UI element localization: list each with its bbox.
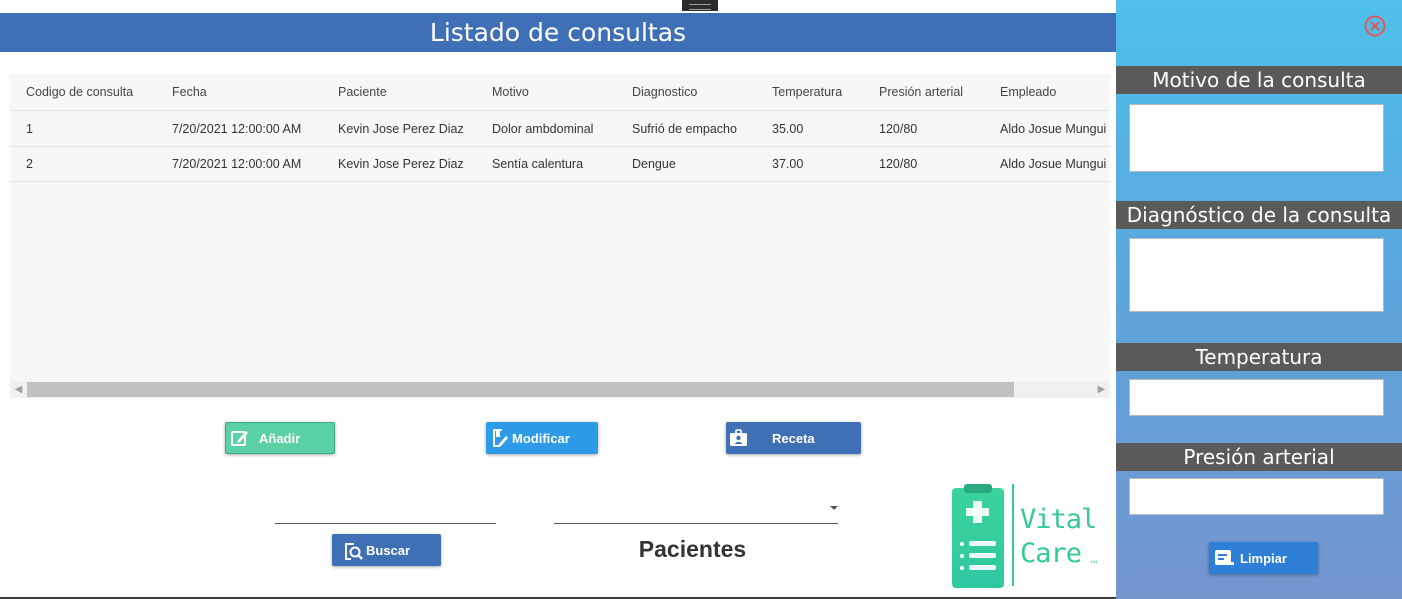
search-button-label: Buscar xyxy=(366,542,411,558)
table-cell: 37.00 xyxy=(772,157,804,171)
search-button[interactable]: Buscar xyxy=(332,534,441,566)
add-button-label: Añadir xyxy=(259,430,301,446)
column-header[interactable]: Paciente xyxy=(338,74,488,110)
drag-handle[interactable] xyxy=(682,0,718,11)
table-row[interactable]: 1 7/20/2021 12:00:00 AM Kevin Jose Perez… xyxy=(10,112,1110,147)
vital-care-logo xyxy=(950,482,1105,590)
clipboard-icon xyxy=(952,484,1014,588)
presion-field[interactable] xyxy=(1129,478,1384,515)
column-header[interactable]: Presión arterial xyxy=(879,74,995,110)
column-header[interactable]: Motivo xyxy=(492,74,628,110)
table-cell: Kevin Jose Perez Diaz xyxy=(338,157,464,171)
table-cell: Aldo Josue Mungui xyxy=(1000,157,1107,171)
column-header[interactable]: Temperatura xyxy=(772,74,874,110)
scroll-right-icon[interactable]: ▶ xyxy=(1093,381,1110,398)
table-cell: 1 xyxy=(26,122,33,136)
horizontal-scrollbar[interactable]: ◀ ▶ xyxy=(10,381,1110,398)
clear-button[interactable]: Limpiar xyxy=(1209,542,1318,574)
table-cell: Aldo Josue Mungui xyxy=(1000,122,1107,136)
modify-button-label: Modificar xyxy=(512,430,570,446)
patients-label: Pacientes xyxy=(638,536,747,562)
table-cell: Kevin Jose Perez Diaz xyxy=(338,122,464,136)
consultations-table[interactable]: Codigo de consulta Fecha Paciente Motivo… xyxy=(10,74,1110,398)
column-header[interactable]: Fecha xyxy=(172,74,332,110)
table-cell: 120/80 xyxy=(879,122,918,136)
column-header[interactable]: Empleado xyxy=(1000,74,1110,110)
close-icon[interactable] xyxy=(1364,15,1386,37)
chevron-down-icon[interactable] xyxy=(830,506,838,510)
page-title: Listado de consultas xyxy=(0,13,1116,52)
search-underline xyxy=(275,523,496,524)
table-cell: Dengue xyxy=(632,157,676,171)
clear-form-icon xyxy=(1213,547,1235,569)
table-cell: Sufrió de empacho xyxy=(632,122,737,136)
modify-button[interactable]: Modificar xyxy=(486,422,598,454)
temperatura-field[interactable] xyxy=(1129,379,1384,416)
diagnostico-label: Diagnóstico de la consulta xyxy=(1116,201,1402,229)
motivo-label: Motivo de la consulta xyxy=(1116,66,1402,94)
table-cell: 7/20/2021 12:00:00 AM xyxy=(172,122,302,136)
scrollbar-thumb[interactable] xyxy=(27,382,1014,397)
logo-text-care: Care xyxy=(1020,538,1082,569)
motivo-field[interactable] xyxy=(1129,104,1384,172)
prescription-button[interactable]: Receta xyxy=(726,422,861,454)
edit-document-icon xyxy=(490,427,510,449)
badge-icon xyxy=(729,428,749,448)
table-header-row: Codigo de consulta Fecha Paciente Motivo… xyxy=(10,74,1110,111)
search-input[interactable] xyxy=(275,500,496,522)
logo-text-vital: Vital xyxy=(1020,504,1097,535)
table-cell: 120/80 xyxy=(879,157,918,171)
table-cell: Dolor ambdominal xyxy=(492,122,594,136)
scroll-left-icon[interactable]: ◀ xyxy=(10,381,27,398)
table-cell: 7/20/2021 12:00:00 AM xyxy=(172,157,302,171)
column-header[interactable]: Diagnostico xyxy=(632,74,768,110)
presion-label: Presión arterial xyxy=(1116,443,1402,471)
search-document-icon xyxy=(342,539,364,561)
edit-square-icon xyxy=(230,428,250,448)
table-cell: 35.00 xyxy=(772,122,804,136)
patients-combobox[interactable] xyxy=(554,500,814,522)
patients-combobox-underline xyxy=(554,523,838,524)
clear-button-label: Limpiar xyxy=(1240,550,1287,566)
table-row[interactable]: 2 7/20/2021 12:00:00 AM Kevin Jose Perez… xyxy=(10,147,1110,182)
add-button[interactable]: Añadir xyxy=(225,422,335,454)
column-header[interactable]: Codigo de consulta xyxy=(26,74,166,110)
diagnostico-field[interactable] xyxy=(1129,238,1384,312)
temperatura-label: Temperatura xyxy=(1116,343,1402,371)
prescription-button-label: Receta xyxy=(772,430,815,446)
table-cell: Sentía calentura xyxy=(492,157,584,171)
table-cell: 2 xyxy=(26,157,33,171)
logo-trademark: ™ xyxy=(1089,560,1099,571)
